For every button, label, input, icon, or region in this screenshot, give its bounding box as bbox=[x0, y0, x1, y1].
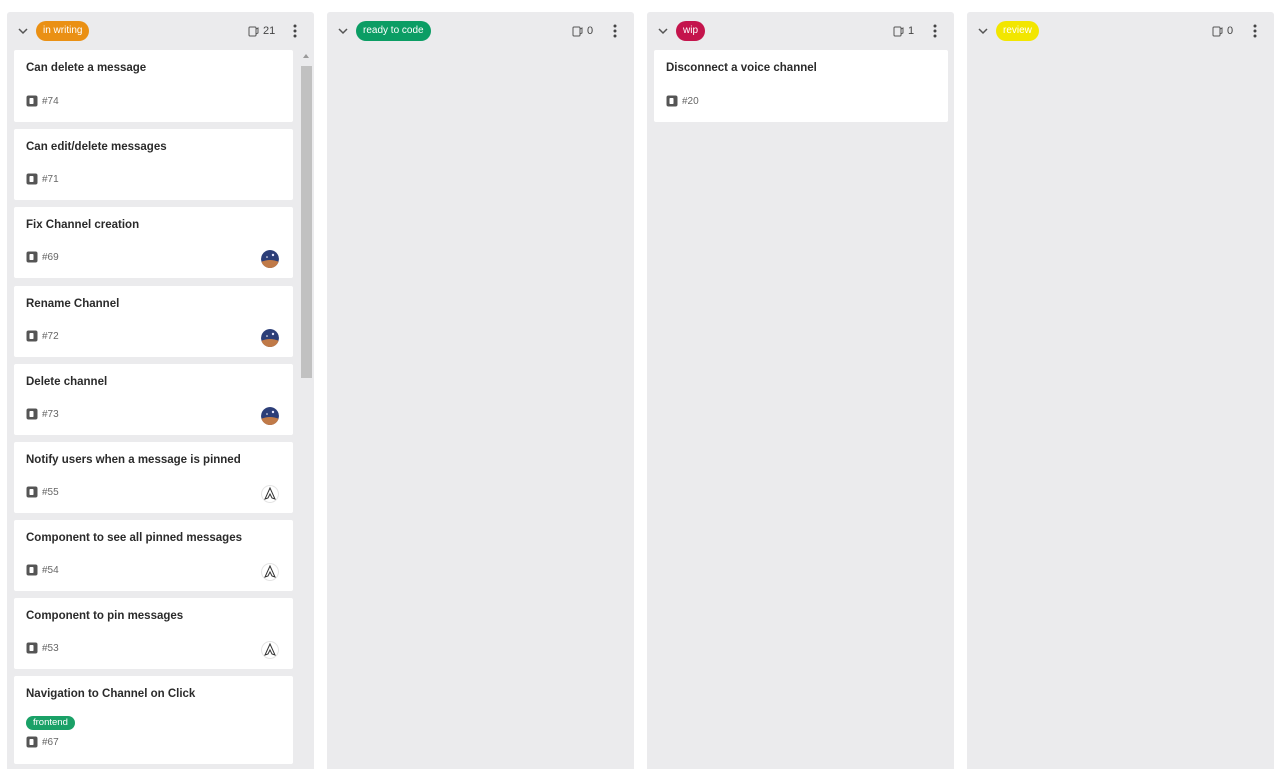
card-issue-id: #20 bbox=[666, 95, 699, 107]
scroll-up-arrow-icon[interactable] bbox=[302, 52, 310, 60]
column-header: ready to code 0 bbox=[327, 12, 634, 50]
status-badge[interactable]: in writing bbox=[36, 21, 90, 41]
card-issue-id: #72 bbox=[26, 330, 59, 342]
card-issue-id: #73 bbox=[26, 408, 59, 420]
space-avatar[interactable] bbox=[261, 407, 279, 425]
issue-icon bbox=[26, 408, 38, 420]
space-avatar[interactable] bbox=[261, 250, 279, 268]
issue-number: #69 bbox=[42, 251, 59, 263]
card-title: Rename Channel bbox=[26, 298, 120, 310]
column-ready-to-code: ready to code 0 bbox=[327, 12, 634, 769]
more-options-icon[interactable] bbox=[928, 23, 942, 39]
chevron-down-icon[interactable] bbox=[656, 24, 670, 38]
issue-number: #71 bbox=[42, 173, 59, 185]
issue-icon bbox=[26, 486, 38, 498]
card-title: Component to pin messages bbox=[26, 610, 184, 622]
card-issue-id: #71 bbox=[26, 173, 59, 185]
issue-number: #67 bbox=[42, 736, 59, 748]
issue-icon bbox=[666, 95, 678, 107]
card-issue-id: #54 bbox=[26, 564, 59, 576]
issue-number: #74 bbox=[42, 95, 59, 107]
more-options-icon[interactable] bbox=[1248, 23, 1262, 39]
scrollbar-thumb[interactable] bbox=[301, 66, 312, 378]
issue-icon bbox=[26, 330, 38, 342]
column-header: wip 1 bbox=[647, 12, 954, 50]
chevron-down-icon[interactable] bbox=[336, 24, 350, 38]
issue-icon bbox=[26, 564, 38, 576]
card-title: Can edit/delete messages bbox=[26, 141, 167, 153]
chevron-down-icon[interactable] bbox=[976, 24, 990, 38]
issue-card[interactable]: Component to pin messages #53 bbox=[14, 598, 293, 669]
count-value: 21 bbox=[263, 25, 276, 37]
column-review: review 0 bbox=[967, 12, 1274, 769]
issue-number: #53 bbox=[42, 642, 59, 654]
card-list: Can delete a message #74 Can edit/delete… bbox=[7, 50, 314, 769]
card-title: Disconnect a voice channel bbox=[666, 62, 817, 74]
card-title: Fix Channel creation bbox=[26, 219, 140, 231]
count-value: 0 bbox=[1227, 25, 1234, 37]
chevron-down-icon[interactable] bbox=[16, 24, 30, 38]
issue-card[interactable]: Notify users when a message is pinned #5… bbox=[14, 442, 293, 513]
column-header: review 0 bbox=[967, 12, 1274, 50]
issue-icon bbox=[26, 95, 38, 107]
card-list bbox=[967, 50, 1274, 769]
issue-card[interactable]: Delete channel #73 bbox=[14, 364, 293, 435]
card-list bbox=[327, 50, 634, 769]
card-issue-id: #74 bbox=[26, 95, 59, 107]
issue-card[interactable]: Navigation to Channel on Click frontend … bbox=[14, 676, 293, 764]
issue-count-icon bbox=[572, 26, 583, 36]
status-badge[interactable]: wip bbox=[676, 21, 706, 41]
column-header: in writing 21 bbox=[7, 12, 314, 50]
card-title: Component to see all pinned messages bbox=[26, 532, 242, 544]
item-count: 0 bbox=[572, 24, 593, 38]
card-issue-id: #55 bbox=[26, 486, 59, 498]
card-title: Can delete a message bbox=[26, 62, 147, 74]
issue-icon bbox=[26, 251, 38, 263]
count-value: 0 bbox=[587, 25, 594, 37]
issue-number: #54 bbox=[42, 564, 59, 576]
issue-count-icon bbox=[893, 26, 904, 36]
more-options-icon[interactable] bbox=[288, 23, 302, 39]
issue-icon bbox=[26, 736, 38, 748]
card-issue-id: #69 bbox=[26, 251, 59, 263]
space-avatar[interactable] bbox=[261, 329, 279, 347]
kanban-board: in writing 21 Can delete a message #74 C… bbox=[0, 0, 1283, 769]
status-badge[interactable]: review bbox=[996, 21, 1039, 41]
issue-card[interactable]: Can edit/delete messages #71 bbox=[14, 129, 293, 200]
issue-number: #20 bbox=[682, 95, 699, 107]
item-count: 0 bbox=[1212, 24, 1233, 38]
issue-icon bbox=[26, 642, 38, 654]
card-issue-id: #53 bbox=[26, 642, 59, 654]
emblem-avatar[interactable] bbox=[261, 641, 279, 659]
item-count: 1 bbox=[893, 24, 914, 38]
count-value: 1 bbox=[908, 25, 915, 37]
column-wip: wip 1 Disconnect a voice channel #20 bbox=[647, 12, 954, 769]
status-badge[interactable]: ready to code bbox=[356, 21, 431, 41]
label-frontend[interactable]: frontend bbox=[26, 716, 75, 730]
more-options-icon[interactable] bbox=[608, 23, 622, 39]
issue-number: #55 bbox=[42, 486, 59, 498]
emblem-avatar[interactable] bbox=[261, 563, 279, 581]
card-list: Disconnect a voice channel #20 bbox=[647, 50, 954, 769]
card-title: Notify users when a message is pinned bbox=[26, 454, 241, 466]
emblem-avatar[interactable] bbox=[261, 485, 279, 503]
issue-number: #72 bbox=[42, 330, 59, 342]
card-title: Navigation to Channel on Click bbox=[26, 688, 196, 700]
issue-card[interactable]: Fix Channel creation #69 bbox=[14, 207, 293, 278]
scrollbar[interactable] bbox=[300, 52, 312, 769]
issue-count-icon bbox=[248, 26, 259, 36]
issue-card[interactable]: Component to see all pinned messages #54 bbox=[14, 520, 293, 591]
card-issue-id: #67 bbox=[26, 736, 59, 748]
issue-card[interactable]: Rename Channel #72 bbox=[14, 286, 293, 357]
item-count: 21 bbox=[248, 24, 275, 38]
issue-number: #73 bbox=[42, 408, 59, 420]
issue-count-icon bbox=[1212, 26, 1223, 36]
issue-card[interactable]: Can delete a message #74 bbox=[14, 50, 293, 122]
issue-card[interactable]: Disconnect a voice channel #20 bbox=[654, 50, 948, 122]
card-title: Delete channel bbox=[26, 376, 108, 388]
issue-icon bbox=[26, 173, 38, 185]
column-in-writing: in writing 21 Can delete a message #74 C… bbox=[7, 12, 314, 769]
